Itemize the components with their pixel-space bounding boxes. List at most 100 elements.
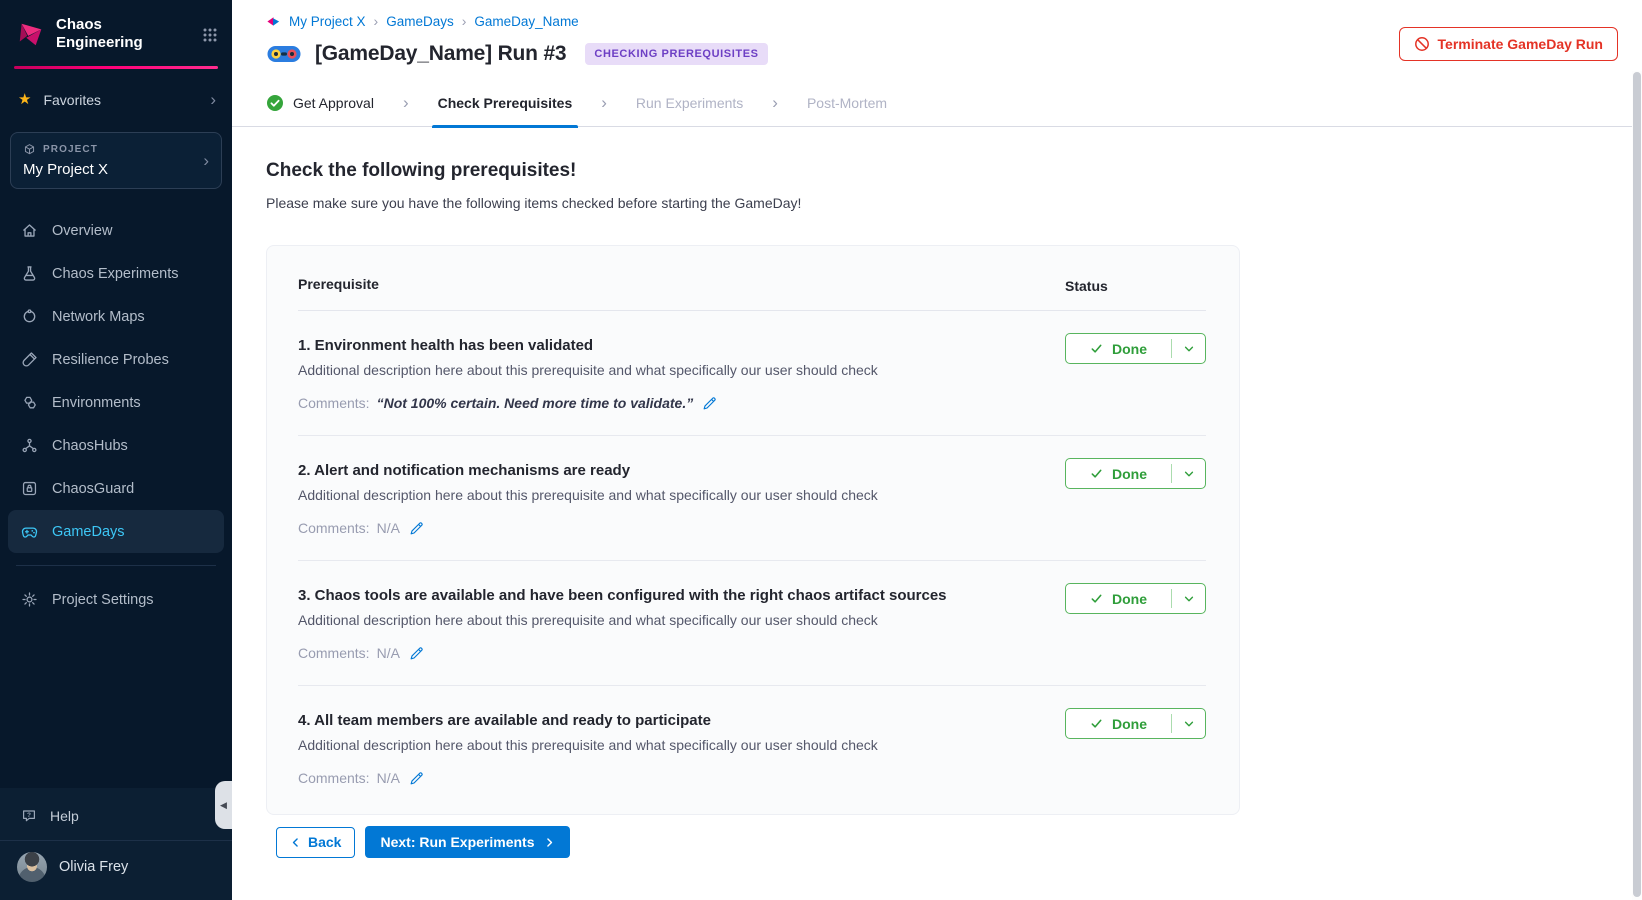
sidebar-item-resilience-probes[interactable]: Resilience Probes — [0, 338, 232, 381]
prerequisites-card: Prerequisite Status 1. Environment healt… — [266, 245, 1240, 815]
check-icon — [1090, 342, 1103, 355]
chevron-down-icon[interactable] — [1172, 459, 1205, 488]
terminate-gameday-run-button[interactable]: Terminate GameDay Run — [1399, 27, 1618, 61]
sidebar-item-network-maps[interactable]: Network Maps — [0, 295, 232, 338]
edit-comment-icon[interactable] — [409, 521, 424, 536]
breadcrumb-link-gameday-name[interactable]: GameDay_Name — [474, 14, 578, 29]
user-name: Olivia Frey — [59, 859, 128, 875]
breadcrumb-separator: › — [374, 13, 379, 29]
shield-lock-icon — [21, 480, 38, 497]
section-subheading: Please make sure you have the following … — [266, 195, 1642, 211]
comments-value: N/A — [377, 645, 400, 661]
status-done-button[interactable]: Done — [1065, 708, 1206, 739]
help-label: Help — [50, 808, 79, 824]
status-done-button[interactable]: Done — [1065, 333, 1206, 364]
edit-comment-icon[interactable] — [409, 771, 424, 786]
comments-label: Comments: — [298, 770, 370, 786]
sidebar-item-label: ChaosHubs — [52, 438, 128, 454]
main-area: My Project X › GameDays › GameDay_Name [… — [232, 0, 1642, 900]
sidebar-item-label: Resilience Probes — [52, 352, 169, 368]
prerequisite-description: Additional description here about this p… — [298, 737, 1058, 753]
sidebar-collapse-toggle[interactable]: ◀ — [215, 781, 232, 829]
step-label: Post-Mortem — [807, 95, 887, 111]
breadcrumb-link-project[interactable]: My Project X — [289, 14, 366, 29]
sidebar-item-gamedays[interactable]: GameDays — [8, 510, 224, 553]
breadcrumb-logo-icon — [266, 14, 281, 29]
app-root: Chaos Engineering ★ Favorites › — [0, 0, 1642, 900]
prerequisite-row: 1. Environment health has been validated… — [298, 311, 1206, 436]
prerequisite-description: Additional description here about this p… — [298, 362, 1058, 378]
project-selector[interactable]: PROJECT My Project X › — [10, 132, 222, 189]
user-menu[interactable]: Olivia Frey — [0, 840, 232, 888]
comments-value: N/A — [377, 770, 400, 786]
sidebar-item-chaoshubs[interactable]: ChaosHubs — [0, 424, 232, 467]
check-icon — [1090, 467, 1103, 480]
sidebar-divider — [16, 565, 216, 566]
sidebar-item-chaosguard[interactable]: ChaosGuard — [0, 467, 232, 510]
user-avatar — [17, 852, 47, 882]
prerequisite-row: 3. Chaos tools are available and have be… — [298, 561, 1206, 686]
page-title: [GameDay_Name] Run #3 — [315, 42, 566, 66]
edit-comment-icon[interactable] — [702, 396, 717, 411]
home-icon — [21, 222, 38, 239]
sidebar-item-overview[interactable]: Overview — [0, 209, 232, 252]
hub-icon — [21, 437, 38, 454]
favorites-link[interactable]: ★ Favorites › — [0, 69, 232, 118]
step-check-prerequisites[interactable]: Check Prerequisites — [438, 80, 573, 127]
prerequisite-title: 4. All team members are available and re… — [298, 712, 1058, 729]
sidebar-item-environments[interactable]: Environments — [0, 381, 232, 424]
step-label: Check Prerequisites — [438, 95, 573, 111]
prerequisites-section: Check the following prerequisites! Pleas… — [232, 127, 1642, 858]
prerequisite-title: 1. Environment health has been validated — [298, 337, 1058, 354]
brand-title: Chaos Engineering — [56, 16, 192, 52]
chevron-down-icon[interactable] — [1172, 709, 1205, 738]
help-bubble-icon: ? — [21, 808, 37, 824]
check-icon — [1090, 717, 1103, 730]
favorites-label: Favorites — [43, 92, 198, 108]
sidebar-item-chaos-experiments[interactable]: Chaos Experiments — [0, 252, 232, 295]
comments-value: “Not 100% certain. Need more time to val… — [377, 395, 694, 411]
apps-grid-icon[interactable] — [202, 27, 218, 43]
chevron-right-icon: › — [210, 91, 216, 108]
sidebar-item-label: Project Settings — [52, 592, 154, 608]
sidebar-item-label: ChaosGuard — [52, 481, 134, 497]
flask-icon — [21, 265, 38, 282]
page-header: My Project X › GameDays › GameDay_Name [… — [232, 0, 1642, 66]
status-done-button[interactable]: Done — [1065, 458, 1206, 489]
sidebar: Chaos Engineering ★ Favorites › — [0, 0, 232, 900]
gamepad-color-icon — [266, 42, 302, 66]
project-eyebrow: PROJECT — [43, 144, 98, 155]
sidebar-nav: Overview Chaos Experiments Network Maps — [0, 209, 232, 553]
scrollbar-thumb[interactable] — [1633, 72, 1641, 897]
step-post-mortem[interactable]: Post-Mortem — [807, 80, 887, 127]
back-button[interactable]: Back — [276, 827, 355, 858]
chevron-down-icon[interactable] — [1172, 584, 1205, 613]
chevron-right-icon: › — [772, 93, 778, 113]
project-name: My Project X — [23, 161, 203, 178]
breadcrumb-link-gamedays[interactable]: GameDays — [386, 14, 454, 29]
sidebar-item-label: GameDays — [52, 524, 125, 540]
sidebar-item-project-settings[interactable]: Project Settings — [0, 578, 232, 621]
cube-icon — [23, 143, 36, 156]
no-entry-icon — [1414, 36, 1430, 52]
step-run-experiments[interactable]: Run Experiments — [636, 80, 743, 127]
chevron-down-icon[interactable] — [1172, 334, 1205, 363]
comments-value: N/A — [377, 520, 400, 536]
gear-icon — [21, 591, 38, 608]
table-header: Prerequisite Status — [298, 246, 1206, 311]
status-badge: CHECKING PREREQUISITES — [585, 43, 767, 65]
step-get-approval[interactable]: Get Approval — [266, 80, 374, 127]
prerequisite-title: 3. Chaos tools are available and have be… — [298, 587, 1058, 604]
run-stepper: Get Approval › Check Prerequisites › Run… — [232, 80, 1642, 127]
network-map-icon — [21, 308, 38, 325]
step-label: Run Experiments — [636, 95, 743, 111]
column-header-prerequisite: Prerequisite — [298, 276, 379, 292]
section-heading: Check the following prerequisites! — [266, 160, 1642, 182]
probe-icon — [21, 351, 38, 368]
help-link[interactable]: ? Help — [0, 798, 232, 834]
prerequisite-row: 2. Alert and notification mechanisms are… — [298, 436, 1206, 561]
environments-icon — [21, 394, 38, 411]
next-run-experiments-button[interactable]: Next: Run Experiments — [365, 826, 569, 858]
edit-comment-icon[interactable] — [409, 646, 424, 661]
status-done-button[interactable]: Done — [1065, 583, 1206, 614]
